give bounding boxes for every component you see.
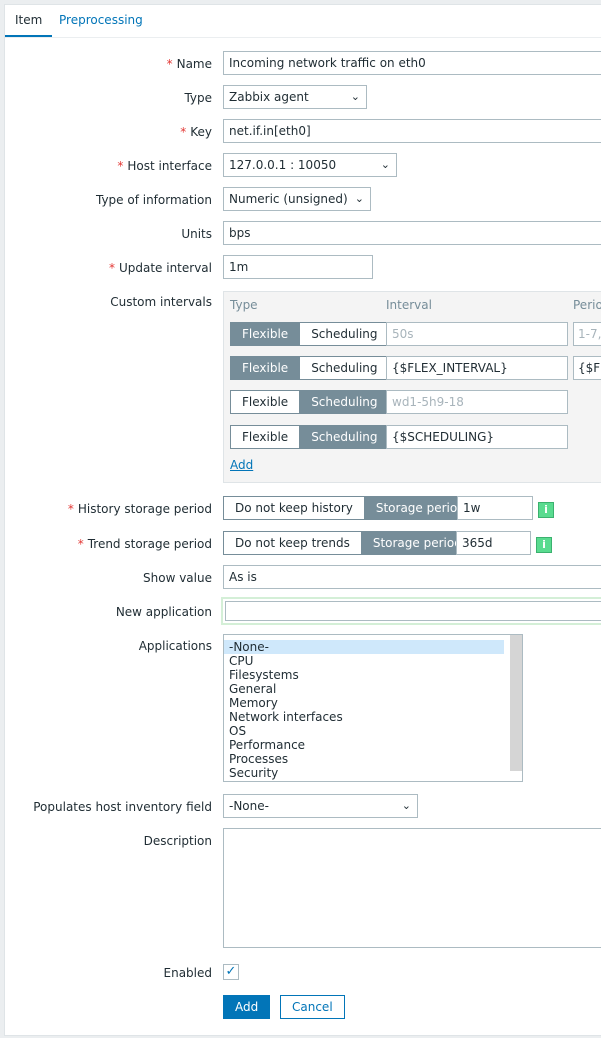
do-not-keep-trends-option[interactable]: Do not keep trends — [223, 531, 362, 555]
listbox-scrollbar[interactable] — [510, 635, 522, 771]
chevron-down-icon: ⌄ — [380, 158, 390, 171]
interval-input[interactable]: 50s — [386, 322, 568, 346]
chevron-down-icon: ⌄ — [350, 90, 360, 103]
show-value-select[interactable]: As is — [223, 565, 601, 589]
trends-period-input[interactable]: 365d — [456, 531, 531, 555]
required-marker: * — [166, 57, 173, 71]
interval-input[interactable]: {$FLEX_INTERVAL} — [386, 356, 568, 380]
check-icon: ✓ — [225, 964, 237, 979]
do-not-keep-history-option[interactable]: Do not keep history — [223, 496, 365, 520]
add-interval-link[interactable]: Add — [230, 458, 253, 472]
type-of-information-select[interactable]: Numeric (unsigned) ⌄ — [223, 187, 371, 211]
application-option[interactable]: Zabbix agent — [224, 780, 522, 781]
custom-intervals-label: Custom intervals — [110, 295, 212, 309]
history-mode-toggle[interactable]: Do not keep history Storage period — [223, 496, 477, 520]
application-option[interactable]: Network interfaces — [224, 710, 522, 724]
new-application-label: New application — [115, 605, 212, 619]
flexible-option[interactable]: Flexible — [230, 390, 301, 414]
period-input[interactable]: {$FL — [573, 356, 601, 380]
tab-preprocessing[interactable]: Preprocessing — [49, 5, 153, 35]
trends-label: * Trend storage period — [77, 537, 212, 551]
key-input[interactable]: net.if.in[eth0] — [223, 119, 601, 143]
new-application-input[interactable] — [221, 597, 601, 625]
interval-input[interactable]: {$SCHEDULING} — [386, 425, 568, 449]
host-interface-label: * Host interface — [117, 159, 212, 173]
period-input[interactable]: 1-7,0 — [573, 322, 601, 346]
units-label: Units — [181, 227, 212, 241]
description-label: Description — [143, 834, 212, 848]
inventory-label: Populates host inventory field — [33, 800, 212, 814]
key-label: * Key — [180, 125, 212, 139]
scheduling-option[interactable]: Scheduling — [300, 356, 390, 380]
history-period-input[interactable]: 1w — [457, 496, 533, 520]
item-form-panel: Item Preprocessing * Name Incoming networ… — [4, 4, 601, 1036]
application-option[interactable]: Memory — [224, 696, 522, 710]
applications-label: Applications — [138, 639, 212, 653]
chevron-down-icon: ⌄ — [354, 192, 364, 205]
trends-mode-toggle[interactable]: Do not keep trends Storage period — [223, 531, 474, 555]
update-interval-input[interactable]: 1m — [223, 255, 373, 279]
cancel-button[interactable]: Cancel — [280, 995, 345, 1019]
units-input[interactable]: bps — [223, 221, 601, 245]
interval-type-toggle[interactable]: Flexible Scheduling — [230, 425, 390, 449]
flexible-option[interactable]: Flexible — [230, 356, 301, 380]
type-label: Type — [184, 91, 212, 105]
inventory-select[interactable]: -None- ⌄ — [223, 794, 418, 818]
applications-listbox[interactable]: -None- CPU Filesystems General Memory Network… — [223, 634, 523, 782]
interval-type-toggle[interactable]: Flexible Scheduling — [230, 322, 390, 346]
info-icon[interactable]: i — [538, 502, 554, 518]
scheduling-option[interactable]: Scheduling — [300, 390, 390, 414]
info-icon[interactable]: i — [536, 537, 552, 553]
tab-bar: Item Preprocessing — [5, 5, 601, 38]
interval-type-toggle[interactable]: Flexible Scheduling — [230, 356, 390, 380]
application-option[interactable]: Security — [224, 766, 522, 780]
custom-intervals-header-period: Period — [573, 298, 601, 312]
show-value-label: Show value — [143, 571, 212, 585]
application-option[interactable]: Performance — [224, 738, 522, 752]
enabled-label: Enabled — [163, 966, 213, 980]
custom-intervals-table: Type Interval Period Flexible Scheduling… — [223, 291, 601, 483]
type-of-information-label: Type of information — [95, 193, 212, 207]
flexible-option[interactable]: Flexible — [230, 322, 301, 346]
application-option[interactable]: Filesystems — [224, 668, 522, 682]
application-option[interactable]: OS — [224, 724, 522, 738]
update-interval-label: * Update interval — [108, 261, 212, 275]
custom-intervals-header-interval: Interval — [386, 298, 432, 312]
enabled-checkbox[interactable]: ✓ — [223, 964, 239, 980]
interval-input[interactable]: wd1-5h9-18 — [386, 390, 568, 414]
name-input[interactable]: Incoming network traffic on eth0 — [223, 51, 601, 75]
interval-type-toggle[interactable]: Flexible Scheduling — [230, 390, 390, 414]
application-option[interactable]: Processes — [224, 752, 522, 766]
history-label: * History storage period — [67, 502, 212, 516]
name-label: * Name — [166, 57, 212, 71]
application-option[interactable]: CPU — [224, 654, 522, 668]
description-textarea[interactable] — [223, 828, 601, 948]
scheduling-option[interactable]: Scheduling — [300, 322, 390, 346]
host-interface-select[interactable]: 127.0.0.1 : 10050 ⌄ — [223, 153, 397, 177]
tab-item[interactable]: Item — [5, 5, 53, 37]
type-select[interactable]: Zabbix agent ⌄ — [223, 85, 367, 109]
custom-intervals-header-type: Type — [230, 298, 258, 312]
chevron-down-icon: ⌄ — [401, 799, 411, 812]
application-option[interactable]: -None- — [224, 640, 504, 654]
scheduling-option[interactable]: Scheduling — [300, 425, 390, 449]
add-button[interactable]: Add — [223, 995, 271, 1019]
flexible-option[interactable]: Flexible — [230, 425, 301, 449]
application-option[interactable]: General — [224, 682, 522, 696]
